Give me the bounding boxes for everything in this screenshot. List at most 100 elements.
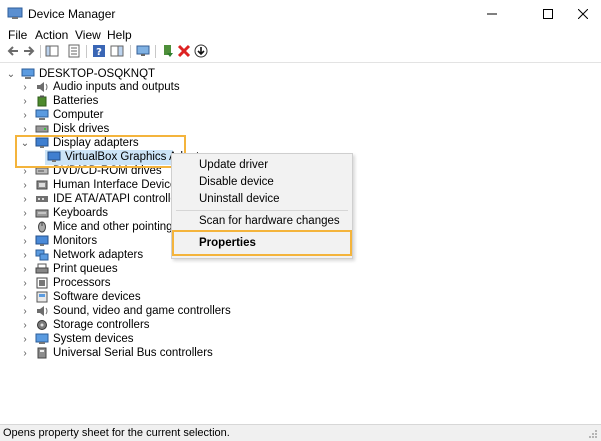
tree-category-label: IDE ATA/ATAPI controllers [53, 193, 187, 205]
expand-chevron-icon[interactable]: › [20, 208, 30, 219]
tree-category-label: System devices [53, 333, 134, 345]
tree-category-sound[interactable]: › Sound, video and game controllers [20, 304, 231, 318]
expand-chevron-icon[interactable]: › [20, 334, 30, 345]
context-uninstall-device[interactable]: Uninstall device [199, 193, 280, 205]
tree-category-usb[interactable]: › Universal Serial Bus controllers [20, 346, 212, 360]
processor-icon [36, 277, 48, 289]
back-icon[interactable] [6, 44, 20, 58]
menu-help[interactable]: Help [107, 28, 132, 42]
tree-category-computer[interactable]: › Computer [20, 108, 104, 122]
speaker-icon [37, 82, 48, 92]
keyboard-icon [35, 209, 49, 218]
tree-category-keyboards[interactable]: › Keyboards [20, 206, 108, 220]
tree-category-software[interactable]: › Software devices [20, 290, 141, 304]
printer-icon [35, 263, 49, 274]
tree-category-processors[interactable]: › Processors [20, 276, 110, 290]
status-text: Opens property sheet for the current sel… [3, 427, 230, 439]
expand-chevron-icon[interactable]: › [20, 110, 30, 121]
tree-category-label: Software devices [53, 291, 141, 303]
expand-chevron-icon[interactable]: › [20, 348, 30, 359]
menu-action[interactable]: Action [35, 28, 68, 42]
tree-category-label: Audio inputs and outputs [53, 81, 180, 93]
usb-icon [37, 347, 47, 359]
computer-icon [21, 68, 35, 79]
tree-category-ide[interactable]: › IDE ATA/ATAPI controllers [20, 192, 186, 206]
svg-text:?: ? [96, 47, 102, 58]
expand-chevron-icon[interactable]: › [20, 96, 30, 107]
expand-chevron-icon[interactable]: › [20, 264, 30, 275]
collapse-chevron-icon[interactable]: ⌄ [6, 69, 16, 80]
expand-chevron-icon[interactable]: › [20, 306, 30, 317]
window-title: Device Manager [28, 7, 116, 21]
close-icon [578, 9, 588, 19]
toolbar-separator [86, 45, 87, 58]
add-driver-icon[interactable] [161, 44, 175, 58]
tree-category-print-queues[interactable]: › Print queues [20, 262, 117, 276]
expand-chevron-icon[interactable]: › [20, 250, 30, 261]
console-tree-icon[interactable] [45, 44, 59, 58]
tree-category-disk-drives[interactable]: › Disk drives [20, 122, 109, 136]
context-disable-device[interactable]: Disable device [199, 176, 274, 188]
properties-icon[interactable] [67, 44, 81, 58]
menu-file[interactable]: File [8, 28, 27, 42]
hid-icon [36, 180, 48, 190]
status-bar: Opens property sheet for the current sel… [0, 424, 601, 441]
uninstall-icon[interactable] [177, 44, 191, 58]
collapse-chevron-icon[interactable]: ⌄ [20, 138, 30, 149]
tree-category-batteries[interactable]: › Batteries [20, 94, 98, 108]
tree-category-monitors[interactable]: › Monitors [20, 234, 97, 248]
expand-chevron-icon[interactable]: › [20, 292, 30, 303]
monitor-icon [35, 235, 49, 246]
help-icon[interactable]: ? [92, 44, 106, 58]
tree-category-label: Computer [53, 109, 104, 121]
tree-category-system[interactable]: › System devices [20, 332, 134, 346]
tree-category-label: Sound, video and game controllers [53, 305, 231, 317]
tree-category-storage[interactable]: › Storage controllers [20, 318, 149, 332]
tree-category-audio[interactable]: › Audio inputs and outputs [20, 80, 180, 94]
scan-hardware-icon[interactable] [136, 44, 150, 58]
update-driver-icon[interactable] [194, 44, 208, 58]
battery-icon [37, 95, 47, 107]
expand-chevron-icon[interactable]: › [20, 320, 30, 331]
toolbar-separator [130, 45, 131, 58]
toolbar: ? [0, 44, 601, 60]
software-device-icon [36, 291, 48, 303]
dvd-drive-icon [35, 167, 49, 175]
context-scan-hardware[interactable]: Scan for hardware changes [199, 215, 340, 227]
tree-root-label: DESKTOP-OSQKNQT [39, 68, 156, 80]
network-adapter-icon [35, 249, 49, 261]
tree-category-hid[interactable]: › Human Interface Devices [20, 178, 182, 192]
action-pane-icon[interactable] [110, 44, 124, 58]
tree-category-network[interactable]: › Network adapters [20, 248, 143, 262]
tree-category-label: Monitors [53, 235, 98, 247]
tree-root-computer[interactable]: ⌄ DESKTOP-OSQKNQT [6, 67, 155, 81]
tree-category-label: Display adapters [53, 137, 139, 149]
expand-chevron-icon[interactable]: › [20, 278, 30, 289]
system-device-icon [35, 333, 49, 344]
context-menu-separator [176, 210, 348, 211]
resize-grip-icon[interactable] [588, 429, 598, 439]
expand-chevron-icon[interactable]: › [20, 194, 30, 205]
toolbar-separator [155, 45, 156, 58]
menu-view[interactable]: View [75, 28, 101, 42]
tree-category-dvd[interactable]: › DVD/CD-ROM drives [20, 164, 162, 178]
context-properties[interactable]: Properties [199, 237, 256, 249]
display-adapter-icon [35, 137, 49, 148]
context-menu: Update driver Disable device Uninstall d… [171, 153, 353, 259]
expand-chevron-icon[interactable]: › [20, 166, 30, 177]
tree-category-display-adapters[interactable]: ⌄ Display adapters [20, 136, 139, 150]
minimize-button[interactable] [471, 0, 513, 28]
tree-category-label: Network adapters [53, 249, 144, 261]
ide-controller-icon [36, 196, 48, 202]
context-update-driver[interactable]: Update driver [199, 159, 268, 171]
forward-icon[interactable] [22, 44, 36, 58]
expand-chevron-icon[interactable]: › [20, 236, 30, 247]
close-button[interactable] [562, 0, 601, 28]
tree-category-label: DVD/CD-ROM drives [53, 165, 162, 177]
storage-controller-icon [37, 320, 47, 330]
expand-chevron-icon[interactable]: › [20, 82, 30, 93]
expand-chevron-icon[interactable]: › [20, 222, 30, 233]
mouse-icon [38, 221, 46, 233]
expand-chevron-icon[interactable]: › [20, 124, 30, 135]
expand-chevron-icon[interactable]: › [20, 180, 30, 191]
